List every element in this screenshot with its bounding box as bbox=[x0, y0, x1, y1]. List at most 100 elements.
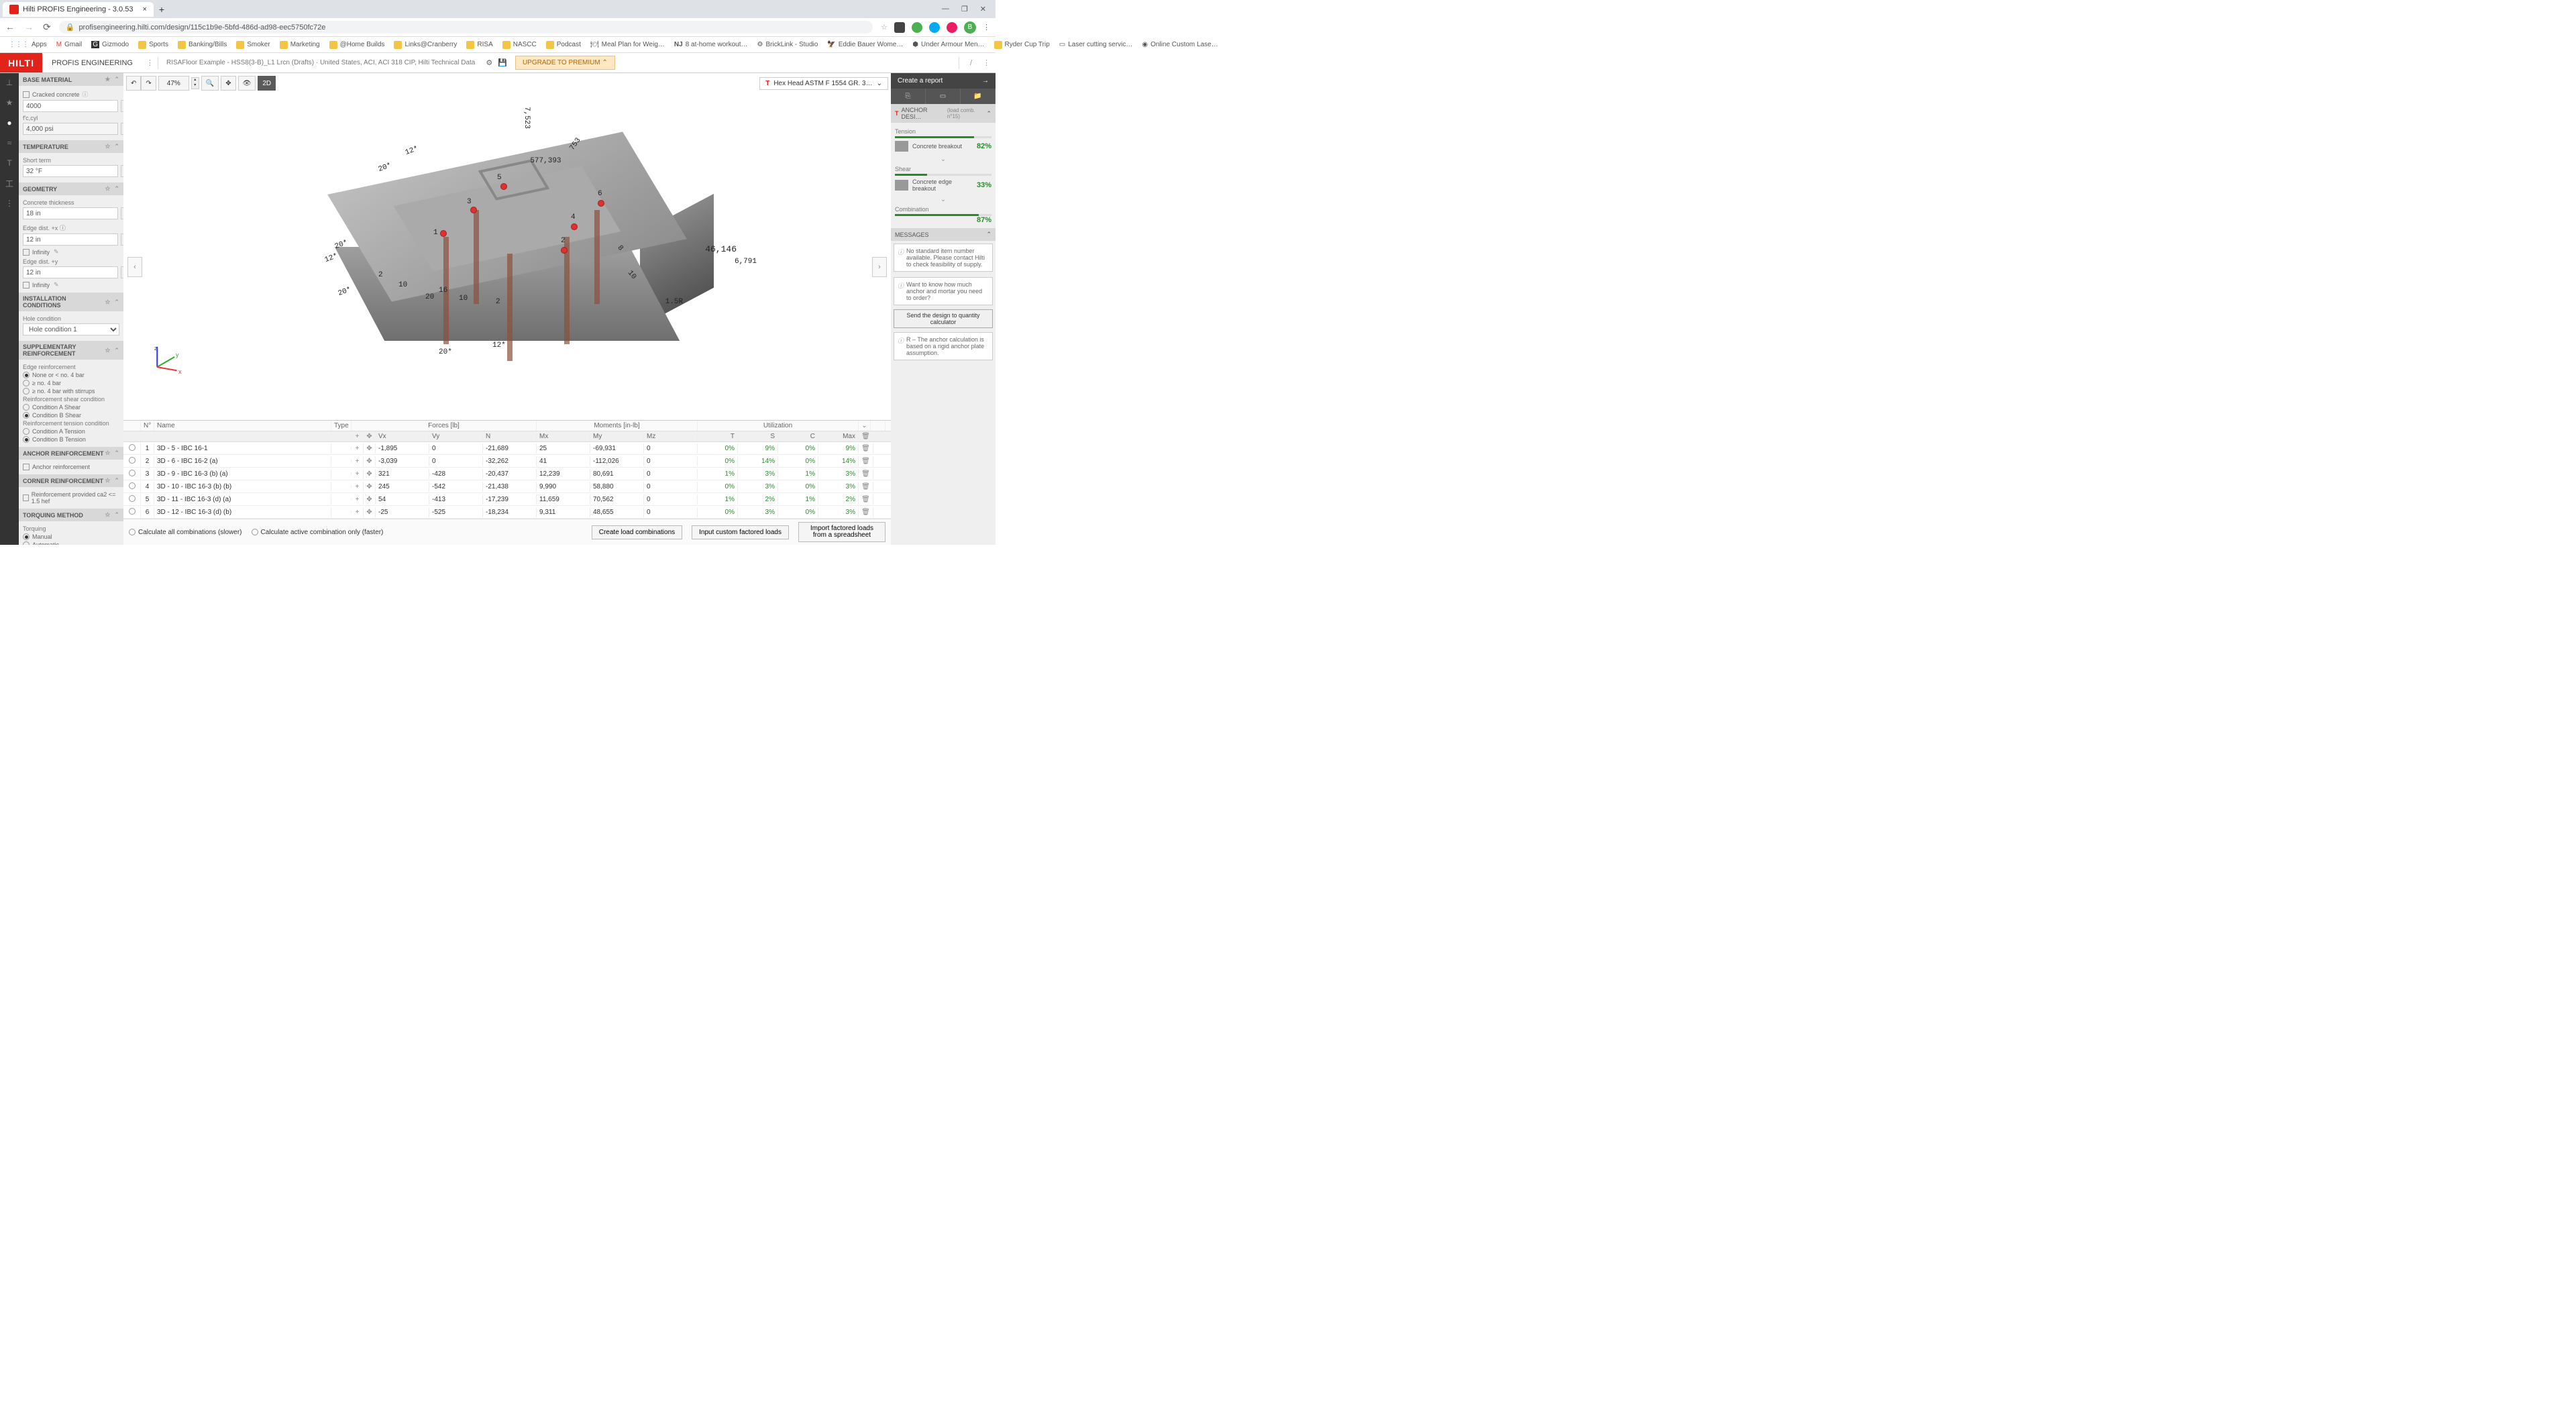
bookmark-gizmodo[interactable]: GGizmodo bbox=[88, 40, 132, 50]
bookmark-nascc[interactable]: NASCC bbox=[499, 40, 540, 50]
er-radio-2[interactable] bbox=[23, 380, 30, 386]
row-delete-icon[interactable]: 🗑 bbox=[859, 443, 873, 454]
row-add-icon[interactable]: + bbox=[352, 507, 364, 517]
bookmark-marketing[interactable]: Marketing bbox=[276, 40, 323, 50]
row-delete-icon[interactable]: 🗑 bbox=[859, 507, 873, 517]
rail-concrete-icon[interactable]: ● bbox=[4, 117, 15, 128]
view-2d-button[interactable]: 2D bbox=[258, 76, 276, 91]
messages-header[interactable]: MESSAGES⌃ bbox=[891, 228, 996, 241]
browser-menu-icon[interactable]: ⋮ bbox=[983, 23, 990, 32]
sec-torquing[interactable]: TORQUING METHOD☆⌃ bbox=[19, 509, 123, 521]
sec-temperature[interactable]: TEMPERATURE☆⌃ bbox=[19, 140, 123, 153]
input-custom-loads-button[interactable]: Input custom factored loads bbox=[692, 525, 789, 539]
sc-radio-b[interactable] bbox=[23, 412, 30, 419]
header-menu-icon[interactable]: ⋮ bbox=[983, 58, 990, 67]
ext-icon-2[interactable] bbox=[912, 22, 922, 33]
collapse-icon[interactable]: ⌃ bbox=[114, 76, 119, 83]
anchor-3[interactable] bbox=[470, 207, 477, 213]
apps-shortcut[interactable]: ⋮⋮⋮Apps bbox=[5, 40, 50, 50]
row-add-icon[interactable]: + bbox=[352, 469, 364, 479]
viewport-next[interactable]: › bbox=[872, 257, 887, 277]
sec-anchor-reinf[interactable]: ANCHOR REINFORCEMENT☆⌃ bbox=[19, 447, 123, 460]
rail-star-icon[interactable]: ★ bbox=[4, 97, 15, 108]
app-menu-icon[interactable]: ⋮ bbox=[142, 58, 158, 67]
bookmark-risa[interactable]: RISA bbox=[463, 40, 496, 50]
row-expand-icon[interactable]: ✥ bbox=[364, 494, 376, 505]
rail-section-icon[interactable]: 工 bbox=[4, 178, 15, 189]
viewport-prev[interactable]: ‹ bbox=[127, 257, 142, 277]
edge-px-input[interactable] bbox=[23, 233, 118, 246]
row-delete-icon[interactable]: 🗑 bbox=[859, 469, 873, 479]
load-row[interactable]: 4 3D - 10 - IBC 16-3 (b) (b) + ✥ 245 -54… bbox=[123, 480, 891, 493]
tc-radio-b[interactable] bbox=[23, 436, 30, 443]
row-radio[interactable] bbox=[129, 470, 136, 476]
3d-viewport[interactable]: ‹ › 1 2 3 4 5 bbox=[123, 93, 891, 420]
bookmark-bricklink[interactable]: ⚙BrickLink - Studio bbox=[754, 40, 822, 50]
search-button[interactable]: 🔍 bbox=[201, 76, 219, 91]
row-radio[interactable] bbox=[129, 482, 136, 489]
sort-icon[interactable]: ⌄ bbox=[859, 421, 871, 431]
bookmark-smoker[interactable]: Smoker bbox=[233, 40, 273, 50]
nav-back-icon[interactable]: ← bbox=[5, 21, 15, 33]
row-expand-icon[interactable]: ✥ bbox=[364, 482, 376, 492]
tension-expand[interactable]: ⌄ bbox=[895, 154, 991, 164]
bookmark-eddie[interactable]: 🦅Eddie Bauer Wome… bbox=[824, 40, 906, 50]
hilti-logo[interactable]: HILTI bbox=[0, 53, 42, 72]
inf-px-chk[interactable] bbox=[23, 249, 30, 256]
load-row[interactable]: 2 3D - 6 - IBC 16-2 (a) + ✥ -3,039 0 -32… bbox=[123, 455, 891, 468]
window-minimize-icon[interactable]: — bbox=[942, 5, 949, 13]
anchor-1[interactable] bbox=[440, 230, 447, 237]
thickness-input[interactable] bbox=[23, 207, 118, 219]
calc-all-radio[interactable] bbox=[129, 529, 136, 535]
load-row[interactable]: 6 3D - 12 - IBC 16-3 (d) (b) + ✥ -25 -52… bbox=[123, 506, 891, 519]
create-load-combos-button[interactable]: Create load combinations bbox=[592, 525, 682, 539]
sec-corner-reinf[interactable]: CORNER REINFORCEMENT☆⌃ bbox=[19, 474, 123, 487]
ext-icon-1[interactable] bbox=[894, 22, 905, 33]
browser-tab[interactable]: Hilti PROFIS Engineering - 3.0.53 × bbox=[3, 2, 154, 17]
tab-close-icon[interactable]: × bbox=[142, 5, 146, 13]
bookmark-meal[interactable]: 🍽Meal Plan for Weig… bbox=[587, 40, 668, 50]
save-icon[interactable]: 💾 bbox=[495, 58, 510, 67]
rp-tab-2[interactable]: ▭ bbox=[926, 89, 961, 104]
sec-install[interactable]: INSTALLATION CONDITIONS☆⌃ bbox=[19, 293, 123, 311]
load-row[interactable]: 3 3D - 9 - IBC 16-3 (b) (a) + ✥ 321 -428… bbox=[123, 468, 891, 480]
rp-tab-1[interactable]: ⎘ bbox=[891, 89, 926, 104]
redo-button[interactable]: ↷ bbox=[141, 76, 156, 91]
undo-button[interactable]: ↶ bbox=[126, 76, 141, 91]
bookmark-podcast[interactable]: Podcast bbox=[543, 40, 584, 50]
nav-forward-icon[interactable]: → bbox=[24, 21, 34, 33]
rail-anchor-icon[interactable]: ⊥ bbox=[4, 77, 15, 88]
row-expand-icon[interactable]: ✥ bbox=[364, 456, 376, 466]
shear-expand[interactable]: ⌄ bbox=[895, 195, 991, 205]
anchor-5[interactable] bbox=[500, 183, 507, 190]
row-expand-icon[interactable]: ✥ bbox=[364, 469, 376, 479]
rail-more-icon[interactable]: ⋮ bbox=[4, 198, 15, 209]
anchor-4[interactable] bbox=[571, 223, 578, 230]
new-tab-icon[interactable]: + bbox=[159, 4, 164, 15]
window-maximize-icon[interactable]: ❐ bbox=[961, 5, 968, 13]
url-input[interactable]: 🔒 profisengineering.hilti.com/design/115… bbox=[59, 21, 873, 34]
bookmark-banking[interactable]: Banking/Bills bbox=[174, 40, 230, 50]
nav-reload-icon[interactable]: ⟳ bbox=[43, 21, 51, 33]
profile-avatar[interactable]: B bbox=[964, 21, 976, 34]
settings-gear-icon[interactable]: ⚙ bbox=[483, 58, 495, 67]
sec-base-material[interactable]: BASE MATERIAL★⌃ bbox=[19, 73, 123, 86]
row-delete-icon[interactable]: 🗑 bbox=[859, 456, 873, 466]
zoom-up[interactable]: ▴ bbox=[192, 78, 199, 83]
row-delete-icon[interactable]: 🗑 bbox=[859, 494, 873, 505]
bookmark-workout[interactable]: NJ8 at-home workout… bbox=[671, 40, 751, 50]
anchor-selector[interactable]: T Hex Head ASTM F 1554 GR. 3… ⌄ bbox=[759, 77, 888, 90]
torq-auto-radio[interactable] bbox=[23, 541, 30, 545]
row-add-icon[interactable]: + bbox=[352, 482, 364, 492]
sec-supp-reinf[interactable]: SUPPLEMENTARY REINFORCEMENT☆⌃ bbox=[19, 341, 123, 360]
eye-button[interactable]: 👁 bbox=[238, 76, 256, 91]
er-radio-1[interactable] bbox=[23, 372, 30, 378]
import-loads-button[interactable]: Import factored loads from a spreadsheet bbox=[798, 522, 885, 542]
load-row[interactable]: 1 3D - 5 - IBC 16-1 + ✥ -1,895 0 -21,689… bbox=[123, 442, 891, 455]
hole-cond-select[interactable]: Hole condition 1 bbox=[23, 323, 119, 335]
row-expand-icon[interactable]: ✥ bbox=[364, 443, 376, 454]
edge-py-input[interactable] bbox=[23, 266, 118, 278]
fc-input[interactable] bbox=[23, 100, 118, 112]
anchor-reinf-chk[interactable] bbox=[23, 464, 30, 470]
create-report-button[interactable]: Create a report→ bbox=[891, 73, 996, 89]
